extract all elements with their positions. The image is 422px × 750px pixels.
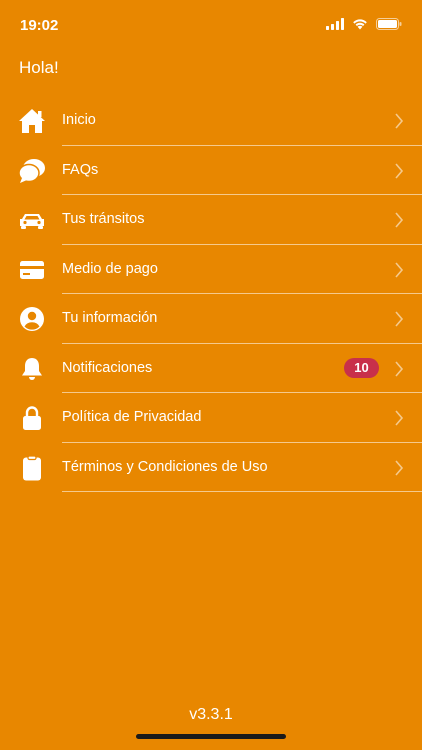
menu-item-inicio[interactable]: Inicio	[0, 96, 422, 146]
menu-item-medio-de-pago[interactable]: Medio de pago	[0, 245, 422, 294]
home-indicator[interactable]	[136, 734, 286, 739]
chevron-right-icon	[395, 360, 404, 377]
status-bar: 19:02	[0, 0, 422, 50]
menu-item-label: Tu información	[62, 310, 158, 326]
chevron-right-icon	[395, 410, 404, 426]
menu-item-label: Política de Privacidad	[62, 409, 202, 425]
home-icon	[18, 108, 46, 134]
menu-item-notificaciones[interactable]: Notificaciones 10	[0, 344, 422, 393]
status-icons	[326, 18, 402, 30]
menu-item-label: Notificaciones	[62, 359, 153, 376]
menu-item-label: Medio de pago	[62, 260, 158, 277]
signal-icon	[326, 18, 344, 30]
menu-item-label: Inicio	[62, 112, 96, 128]
clipboard-icon	[18, 454, 46, 481]
lock-icon	[18, 405, 46, 431]
user-circle-icon	[18, 306, 46, 332]
divider	[62, 491, 422, 492]
car-icon	[18, 207, 46, 233]
menu-item-label: FAQs	[62, 161, 99, 178]
menu-item-terminos-condiciones[interactable]: Términos y Condiciones de Uso	[0, 443, 422, 492]
chat-bubbles-icon	[18, 158, 46, 184]
notification-count-badge: 10	[344, 357, 379, 378]
credit-card-icon	[18, 257, 46, 283]
chevron-right-icon	[395, 212, 404, 228]
menu-item-politica-privacidad[interactable]: Política de Privacidad	[0, 393, 422, 443]
menu-item-label: Tus tránsitos	[62, 211, 145, 227]
menu-item-tu-informacion[interactable]: Tu información	[0, 294, 422, 344]
menu-item-transitos[interactable]: Tus tránsitos	[0, 195, 422, 245]
menu-item-faqs[interactable]: FAQs	[0, 146, 422, 195]
side-menu: Inicio FAQs Tus tránsitos Medio de pago …	[0, 96, 422, 492]
bell-icon	[18, 356, 46, 382]
chevron-right-icon	[395, 459, 404, 476]
battery-icon	[376, 18, 402, 30]
chevron-right-icon	[395, 311, 404, 327]
chevron-right-icon	[395, 113, 404, 129]
chevron-right-icon	[395, 261, 404, 278]
chevron-right-icon	[395, 162, 404, 179]
app-version: v3.3.1	[189, 706, 233, 723]
wifi-icon	[353, 19, 367, 30]
greeting: Hola!	[19, 58, 59, 77]
status-time: 19:02	[20, 17, 59, 34]
menu-item-label: Términos y Condiciones de Uso	[62, 458, 268, 475]
